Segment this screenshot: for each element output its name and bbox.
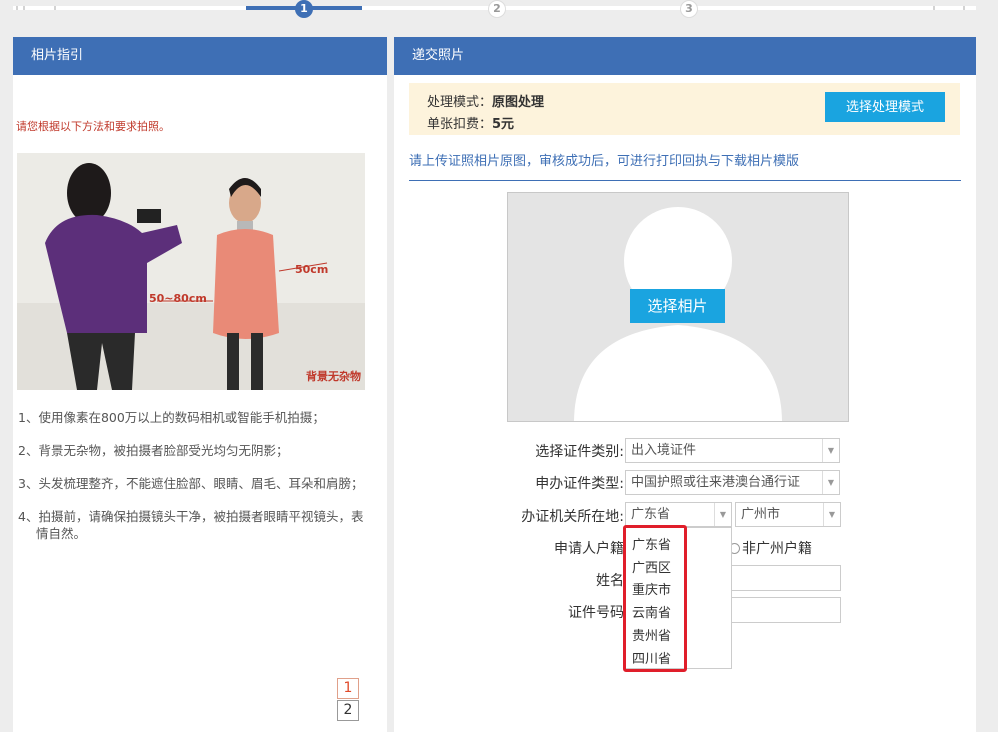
guide-photo: 50~80cm 50cm 背景无杂物 bbox=[17, 153, 365, 390]
id-number-input[interactable] bbox=[731, 597, 841, 623]
progress-tick bbox=[16, 6, 18, 10]
photo-upload-area[interactable]: 选择相片 bbox=[507, 192, 849, 422]
household-label: 申请人户籍 bbox=[554, 541, 624, 557]
side-distance-label: 50cm bbox=[295, 263, 329, 276]
chevron-down-icon: ▼ bbox=[822, 471, 839, 494]
photo-guide-panel: 相片指引 请您根据以下方法和要求拍照。 50~80cm 50cm 背景无杂物 1… bbox=[13, 37, 387, 732]
page-2-button[interactable]: 2 bbox=[337, 700, 359, 721]
province-value: 广东省 bbox=[631, 507, 671, 522]
office-location-label: 办证机关所在地: bbox=[521, 509, 624, 525]
photo-guide-title: 相片指引 bbox=[13, 37, 387, 75]
step-2: 2 bbox=[488, 0, 506, 18]
progress-tick bbox=[963, 6, 965, 10]
processing-mode-value: 原图处理 bbox=[492, 95, 545, 110]
guide-pager: 1 2 bbox=[335, 677, 387, 721]
id-number-label: 证件号码 bbox=[568, 605, 624, 621]
upload-hint: 请上传证照相片原图，审核成功后，可进行打印回执与下载相片模版 bbox=[409, 154, 800, 169]
progress-tick bbox=[23, 6, 25, 10]
submit-photo-title: 递交照片 bbox=[394, 37, 976, 75]
page-1-button[interactable]: 1 bbox=[337, 678, 359, 699]
name-input[interactable] bbox=[731, 565, 841, 591]
step-progress: 1 2 3 bbox=[13, 0, 976, 37]
rule-item: 2、背景无杂物，被拍摄者脸部受光均匀无阴影； bbox=[18, 443, 289, 458]
apply-type-label: 申办证件类型: bbox=[535, 476, 624, 492]
city-select[interactable]: 广州市 ▼ bbox=[735, 502, 841, 527]
name-label: 姓名 bbox=[596, 573, 624, 589]
rule-item: 4、拍摄前，请确保拍摄镜头干净，被拍摄者眼睛平视镜头，表情自然。 bbox=[18, 509, 364, 541]
rule-item: 1、使用像素在800万以上的数码相机或智能手机拍摄； bbox=[18, 410, 325, 425]
divider bbox=[409, 180, 961, 181]
processing-mode-label: 处理模式： bbox=[427, 95, 493, 110]
progress-tick bbox=[54, 6, 56, 10]
chevron-down-icon: ▼ bbox=[823, 503, 840, 526]
cert-category-label: 选择证件类别: bbox=[535, 444, 624, 460]
cert-category-value: 出入境证件 bbox=[631, 443, 697, 458]
rule-item: 3、头发梳理整齐，不能遮住脸部、眼睛、眉毛、耳朵和肩膀； bbox=[18, 476, 364, 491]
select-mode-button[interactable]: 选择处理模式 bbox=[825, 92, 945, 122]
non-guangzhou-radio[interactable]: 非广州户籍 bbox=[729, 538, 812, 558]
distance-label: 50~80cm bbox=[149, 292, 207, 305]
apply-type-value: 中国护照或往来港澳台通行证 bbox=[631, 475, 801, 490]
background-label: 背景无杂物 bbox=[306, 370, 361, 383]
fee-value: 5元 bbox=[492, 117, 515, 132]
chevron-down-icon: ▼ bbox=[714, 503, 731, 526]
fee-row: 单张扣费：5元 bbox=[427, 113, 514, 132]
non-guangzhou-label: 非广州户籍 bbox=[742, 541, 812, 557]
photo-rules: 1、使用像素在800万以上的数码相机或智能手机拍摄； 2、背景无杂物，被拍摄者脸… bbox=[18, 409, 368, 558]
chevron-down-icon: ▼ bbox=[822, 439, 839, 462]
processing-mode-row: 处理模式：原图处理 bbox=[427, 91, 544, 110]
step-1: 1 bbox=[295, 0, 313, 18]
progress-tick bbox=[933, 6, 935, 10]
guide-intro: 请您根据以下方法和要求拍照。 bbox=[16, 120, 170, 133]
fee-label: 单张扣费： bbox=[427, 117, 493, 132]
cert-category-select[interactable]: 出入境证件 ▼ bbox=[625, 438, 840, 463]
dropdown-highlight-box bbox=[623, 525, 687, 672]
province-select[interactable]: 广东省 ▼ bbox=[625, 502, 732, 527]
city-value: 广州市 bbox=[741, 507, 781, 522]
step-3: 3 bbox=[680, 0, 698, 18]
select-photo-button[interactable]: 选择相片 bbox=[630, 289, 725, 323]
processing-mode-box: 处理模式：原图处理 单张扣费：5元 选择处理模式 bbox=[409, 83, 960, 135]
apply-type-select[interactable]: 中国护照或往来港澳台通行证 ▼ bbox=[625, 470, 840, 495]
